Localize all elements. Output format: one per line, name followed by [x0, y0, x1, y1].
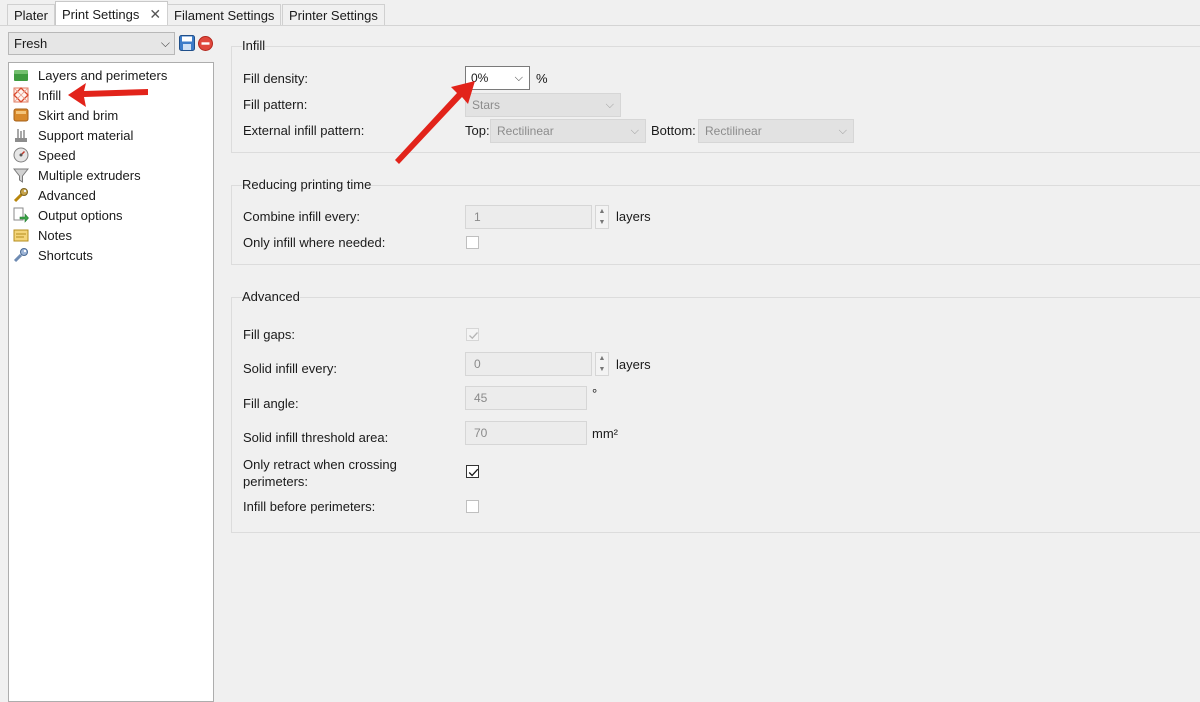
tree-item-label: Notes: [38, 227, 72, 243]
combine-infill-unit: layers: [616, 209, 651, 224]
combine-infill-value: 1: [474, 210, 481, 224]
fill-density-label: Fill density:: [243, 71, 309, 86]
tree-item-label: Speed: [38, 147, 76, 163]
group-title: Reducing printing time: [242, 177, 372, 192]
tree-item-label: Output options: [38, 207, 123, 223]
only-retract-label-line2: perimeters:: [243, 474, 309, 489]
external-infill-pattern-label: External infill pattern:: [243, 123, 365, 138]
tree-item-support-material[interactable]: Support material: [13, 126, 133, 144]
tab-label: Filament Settings: [174, 8, 275, 23]
annotation-arrow-icon: [68, 83, 148, 107]
tab-label: Print Settings: [62, 7, 140, 22]
settings-tree: Layers and perimeters Infill Skirt and b…: [8, 62, 214, 702]
delete-icon[interactable]: [198, 36, 213, 51]
notes-icon: [13, 227, 29, 243]
annotation-arrow-icon: [395, 81, 475, 164]
tree-item-output-options[interactable]: Output options: [13, 206, 123, 224]
group-title: Infill: [242, 38, 266, 53]
fill-gaps-checkbox[interactable]: [466, 328, 479, 341]
fill-angle-value: 45: [474, 391, 488, 405]
close-icon[interactable]: ✕: [149, 2, 161, 27]
tab-bar: Plater Print Settings ✕ Filament Settings…: [0, 0, 1200, 26]
tree-item-label: Multiple extruders: [38, 167, 141, 183]
fill-pattern-select[interactable]: Stars ⌵: [465, 93, 621, 117]
solid-infill-every-unit: layers: [616, 357, 651, 372]
chevron-down-icon: ⌵: [838, 125, 847, 137]
save-icon[interactable]: [179, 35, 195, 51]
support-material-icon: [13, 127, 29, 143]
infill-before-perimeters-checkbox[interactable]: [466, 500, 479, 513]
check-icon: [468, 468, 479, 477]
spin-down-icon[interactable]: ▼: [596, 217, 608, 228]
tab-label: Printer Settings: [289, 8, 378, 23]
chevron-down-icon: ⌵: [514, 72, 523, 84]
only-retract-checkbox[interactable]: [466, 465, 479, 478]
fill-gaps-label: Fill gaps:: [243, 327, 296, 342]
chevron-down-icon: ⌵: [160, 36, 170, 50]
top-pattern-select[interactable]: Rectilinear ⌵: [490, 119, 646, 143]
infill-icon: [13, 87, 29, 103]
fill-angle-label: Fill angle:: [243, 396, 299, 411]
chevron-down-icon: ⌵: [630, 125, 639, 137]
tree-item-label: Advanced: [38, 187, 96, 203]
advanced-group: Advanced: [231, 289, 1200, 533]
bottom-pattern-select[interactable]: Rectilinear ⌵: [698, 119, 854, 143]
fill-density-unit: %: [536, 71, 548, 86]
only-infill-needed-checkbox[interactable]: [466, 236, 479, 249]
combine-infill-label: Combine infill every:: [243, 209, 361, 224]
check-icon: [469, 332, 478, 340]
solid-threshold-value: 70: [474, 426, 488, 440]
speed-icon: [13, 147, 29, 163]
solid-threshold-label: Solid infill threshold area:: [243, 430, 389, 445]
preset-select[interactable]: Fresh ⌵: [8, 32, 175, 55]
tree-item-label: Shortcuts: [38, 247, 93, 263]
combine-infill-input[interactable]: 1: [465, 205, 592, 229]
tree-item-shortcuts[interactable]: Shortcuts: [13, 246, 93, 264]
tab-plater[interactable]: Plater: [7, 4, 55, 25]
reducing-printing-time-group: Reducing printing time: [231, 177, 1200, 265]
tab-print-settings[interactable]: Print Settings ✕: [55, 1, 169, 27]
funnel-icon: [12, 167, 30, 183]
group-title: Advanced: [242, 289, 300, 304]
preset-value: Fresh: [14, 36, 48, 51]
only-retract-label-line1: Only retract when crossing: [243, 457, 397, 472]
skirt-brim-icon: [13, 107, 29, 123]
layers-icon: [13, 67, 29, 83]
only-infill-needed-label: Only infill where needed:: [243, 235, 386, 250]
tab-divider: [0, 25, 1200, 26]
tab-label: Plater: [14, 8, 48, 23]
top-pattern-value: Rectilinear: [497, 124, 554, 138]
combine-infill-spinner[interactable]: ▲ ▼: [595, 205, 609, 229]
solid-infill-every-value: 0: [474, 357, 481, 371]
wrench-icon: [13, 187, 29, 203]
tree-item-speed[interactable]: Speed: [13, 146, 76, 164]
solid-infill-every-input[interactable]: 0: [465, 352, 592, 376]
solid-infill-every-spinner[interactable]: ▲ ▼: [595, 352, 609, 376]
tree-item-notes[interactable]: Notes: [13, 226, 72, 244]
tree-item-infill[interactable]: Infill: [13, 86, 61, 104]
tree-item-multiple-extruders[interactable]: Multiple extruders: [12, 166, 141, 184]
chevron-down-icon: ⌵: [605, 99, 614, 111]
spin-up-icon[interactable]: ▲: [596, 206, 608, 217]
fill-pattern-label: Fill pattern:: [243, 97, 308, 112]
fill-angle-unit: °: [592, 386, 598, 401]
tab-filament-settings[interactable]: Filament Settings: [167, 4, 282, 25]
bottom-pattern-value: Rectilinear: [705, 124, 762, 138]
solid-infill-every-label: Solid infill every:: [243, 361, 337, 376]
output-icon: [13, 207, 29, 223]
tree-item-advanced[interactable]: Advanced: [13, 186, 96, 204]
tree-item-label: Infill: [38, 87, 62, 103]
tree-item-label: Support material: [38, 127, 134, 143]
bottom-label: Bottom:: [651, 123, 696, 138]
solid-threshold-input[interactable]: 70: [465, 421, 587, 445]
tab-printer-settings[interactable]: Printer Settings: [282, 4, 385, 25]
infill-before-perimeters-label: Infill before perimeters:: [243, 499, 376, 514]
fill-angle-input[interactable]: 45: [465, 386, 587, 410]
shortcuts-icon: [13, 247, 29, 263]
spin-down-icon[interactable]: ▼: [596, 364, 608, 375]
solid-threshold-unit: mm²: [592, 426, 618, 441]
spin-up-icon[interactable]: ▲: [596, 353, 608, 364]
